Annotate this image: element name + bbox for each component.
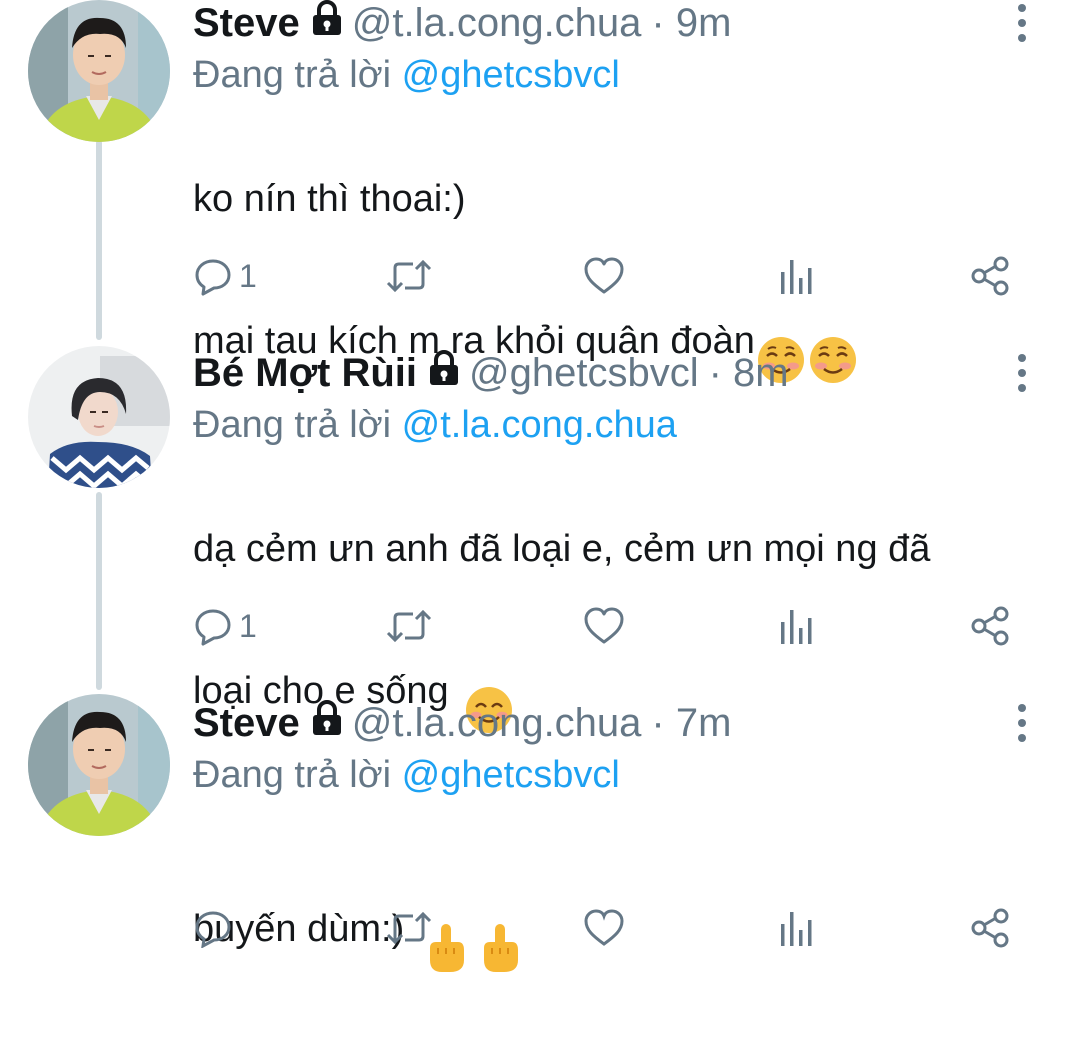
more-icon[interactable] xyxy=(1008,350,1036,396)
reply-mention[interactable]: @t.la.cong.chua xyxy=(402,404,677,446)
analytics-icon xyxy=(778,606,814,646)
reply-icon xyxy=(193,256,233,296)
reply-count: 1 xyxy=(239,607,257,644)
replying-to: Đang trả lời @ghetcsbvcl xyxy=(193,52,620,98)
author-name[interactable]: Steve xyxy=(193,0,300,46)
tweet-actions: 1 xyxy=(193,604,1023,648)
retweet-button[interactable] xyxy=(385,906,433,950)
retweet-button[interactable] xyxy=(385,254,433,298)
tweet-text-line: ko nín thì thoai:) xyxy=(193,178,466,220)
replying-to: Đang trả lời @t.la.cong.chua xyxy=(193,402,677,448)
author-name[interactable]: Steve xyxy=(193,700,300,746)
analytics-icon xyxy=(778,256,814,296)
tweet-actions: 1 xyxy=(193,254,1023,298)
more-icon[interactable] xyxy=(1008,0,1036,46)
avatar[interactable] xyxy=(28,346,170,488)
reply-button[interactable]: 1 xyxy=(193,604,257,648)
reply-count: 1 xyxy=(239,257,257,294)
reply-icon xyxy=(193,606,233,646)
share-icon xyxy=(969,605,1011,647)
retweet-icon xyxy=(385,606,433,646)
author-name[interactable]: Bé Mợt Rùii xyxy=(193,350,417,396)
reply-prefix: Đang trả lời xyxy=(193,754,392,796)
avatar[interactable] xyxy=(28,694,170,836)
tweet[interactable]: Steve @t.la.cong.chua · 9m Đang trả lời … xyxy=(0,0,1080,383)
reply-mention[interactable]: @ghetcsbvcl xyxy=(402,754,620,796)
lock-icon xyxy=(310,700,344,746)
tweet-actions xyxy=(193,906,1023,950)
avatar[interactable] xyxy=(28,0,170,142)
retweet-icon xyxy=(385,256,433,296)
replying-to: Đang trả lời @ghetcsbvcl xyxy=(193,752,620,798)
share-button[interactable] xyxy=(969,906,1011,950)
more-icon[interactable] xyxy=(1008,700,1036,746)
like-icon xyxy=(583,256,625,296)
timestamp: · 9m xyxy=(651,1,732,45)
tweet[interactable]: Bé Mợt Rùii @ghetcsbvcl · 8m Đang trả lờ… xyxy=(0,346,1080,733)
share-button[interactable] xyxy=(969,604,1011,648)
share-icon xyxy=(969,255,1011,297)
like-icon xyxy=(583,908,625,948)
tweet[interactable]: Steve @t.la.cong.chua · 7m Đang trả lời … xyxy=(0,694,1080,972)
author-handle[interactable]: @ghetcsbvcl xyxy=(469,350,699,396)
retweet-button[interactable] xyxy=(385,604,433,648)
analytics-icon xyxy=(778,908,814,948)
reply-prefix: Đang trả lời xyxy=(193,54,392,96)
author-handle[interactable]: @t.la.cong.chua xyxy=(352,700,642,746)
like-button[interactable] xyxy=(583,906,625,950)
tweet-text-line: dạ cẻm ưn anh đã loại e, cẻm ưn mọi ng đ… xyxy=(193,528,931,570)
like-button[interactable] xyxy=(583,604,625,648)
timestamp: · 7m xyxy=(651,701,732,745)
author-handle[interactable]: @t.la.cong.chua xyxy=(352,0,642,46)
lock-icon xyxy=(310,0,344,46)
analytics-button[interactable] xyxy=(778,906,814,950)
reply-icon xyxy=(193,908,233,948)
reply-mention[interactable]: @ghetcsbvcl xyxy=(402,54,620,96)
reply-prefix: Đang trả lời xyxy=(193,404,392,446)
retweet-icon xyxy=(385,908,433,948)
reply-button[interactable] xyxy=(193,906,233,950)
reply-button[interactable]: 1 xyxy=(193,254,257,298)
analytics-button[interactable] xyxy=(778,604,814,648)
like-icon xyxy=(583,606,625,646)
share-icon xyxy=(969,907,1011,949)
analytics-button[interactable] xyxy=(778,254,814,298)
share-button[interactable] xyxy=(969,254,1011,298)
timestamp: · 8m xyxy=(708,351,789,395)
like-button[interactable] xyxy=(583,254,625,298)
lock-icon xyxy=(427,350,461,396)
